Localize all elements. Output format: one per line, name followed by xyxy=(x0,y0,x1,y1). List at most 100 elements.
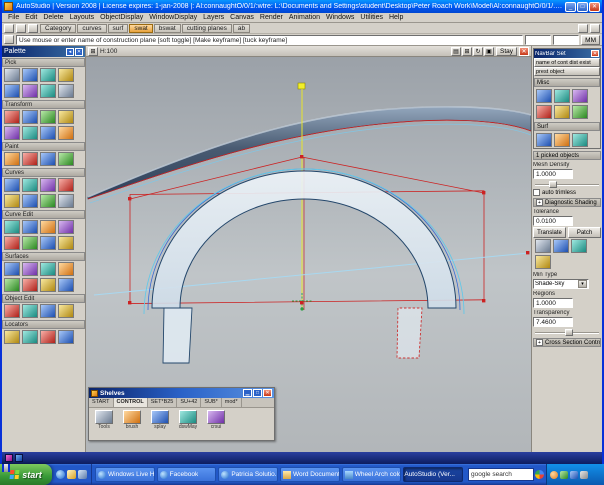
viewport-grid-icon[interactable]: ⊞ xyxy=(88,46,98,56)
palette-tool-icon[interactable] xyxy=(22,220,38,234)
palette-tool-icon[interactable] xyxy=(22,126,38,140)
panel-tool-icon[interactable] xyxy=(572,133,588,147)
control-vertex-marker[interactable] xyxy=(300,155,304,159)
options-icon[interactable] xyxy=(578,23,588,33)
shelves-titlebar[interactable]: Shelves ▁ □ ✕ xyxy=(89,388,274,398)
viewport-header-icon[interactable]: ▤ xyxy=(450,46,461,56)
palette-tool-icon[interactable] xyxy=(40,110,56,124)
menu-item[interactable]: WindowDisplay xyxy=(146,14,200,21)
slider-thumb[interactable] xyxy=(565,329,573,336)
arch-left-leg[interactable] xyxy=(162,307,193,364)
palette-tool-icon[interactable] xyxy=(4,194,20,208)
palette-tool-icon[interactable] xyxy=(22,194,38,208)
picked-objects-bar[interactable]: 1 picked objects xyxy=(533,151,601,160)
palette-tool-icon[interactable] xyxy=(58,194,74,208)
shelf-tab[interactable]: bswat xyxy=(153,23,181,33)
menu-item[interactable]: Delete xyxy=(40,14,66,21)
expand-icon[interactable]: + xyxy=(536,339,543,346)
viewport-header-icon[interactable]: ▣ xyxy=(483,46,494,56)
control-vertex-marker[interactable] xyxy=(128,197,132,201)
palette-tool-icon[interactable] xyxy=(58,84,74,98)
minimize-button[interactable]: _ xyxy=(565,1,576,12)
palette-section-header[interactable]: Curves xyxy=(2,168,85,177)
shelf-tool-icon[interactable] xyxy=(95,410,113,424)
navbar-window[interactable]: NavBar Set ✕ name of cont dist exist pres… xyxy=(533,48,601,149)
taskbar-task-button[interactable]: Patricia Solutio... xyxy=(218,467,279,482)
prompt-field[interactable]: Use mouse or enter name of construction … xyxy=(16,34,524,45)
show-desktop-icon[interactable] xyxy=(78,470,87,479)
transparency-slider[interactable] xyxy=(535,329,599,336)
menu-item[interactable]: Utilities xyxy=(357,14,386,21)
palette-tool-icon[interactable] xyxy=(40,236,56,250)
shelf-tool-icon[interactable] xyxy=(207,410,225,424)
shelf-tab[interactable]: curves xyxy=(77,23,107,33)
palette-tool-icon[interactable] xyxy=(58,220,74,234)
shading-mode-icon[interactable] xyxy=(553,239,569,253)
prompt-history-icon[interactable] xyxy=(4,35,14,44)
shelf-tool-icon[interactable] xyxy=(123,410,141,424)
coord-field-1[interactable] xyxy=(525,34,552,45)
shelf-tool-icon[interactable] xyxy=(179,410,197,424)
palette-section-header[interactable]: Surfaces xyxy=(2,252,85,261)
viewport-canvas[interactable]: Shelves ▁ □ ✕ START CONTROL SET*B25 SU+42 SU… xyxy=(86,57,531,452)
palette-tool-icon[interactable] xyxy=(40,68,56,82)
manipulator-handle[interactable] xyxy=(297,82,306,90)
viewport-close-icon[interactable]: ✕ xyxy=(519,46,529,56)
palette-tool-icon[interactable] xyxy=(22,68,38,82)
regions-field[interactable]: 1.0000 xyxy=(533,298,573,308)
shelves-tab[interactable]: CONTROL xyxy=(113,398,148,407)
shelf-tool[interactable]: splay xyxy=(147,410,173,430)
palette-tool-icon[interactable] xyxy=(4,262,20,276)
shading-mode-icon[interactable] xyxy=(535,255,551,269)
palette-section-header[interactable]: Locators xyxy=(2,320,85,329)
taskbar-task-button[interactable]: Facebook xyxy=(156,467,217,482)
palette-collapse-icon[interactable]: ◂ xyxy=(66,47,74,56)
palette-tool-icon[interactable] xyxy=(58,262,74,276)
save-icon[interactable] xyxy=(28,23,38,33)
palette-tool-icon[interactable] xyxy=(22,178,38,192)
diagnostic-shading-header[interactable]: + Diagnostic Shading xyxy=(533,198,601,207)
palette-tool-icon[interactable] xyxy=(4,84,20,98)
chevron-down-icon[interactable]: ▾ xyxy=(578,280,587,288)
menu-item[interactable]: Help xyxy=(386,14,406,21)
pivot-point[interactable] xyxy=(300,307,304,311)
shelf-tool[interactable]: crsui xyxy=(203,410,229,430)
maximize-button[interactable]: □ xyxy=(577,1,588,12)
navbar-row-button[interactable]: name of cont dist exist xyxy=(534,58,600,67)
palette-tool-icon[interactable] xyxy=(22,236,38,250)
shelves-tab[interactable]: mod* xyxy=(222,398,242,407)
shelf-tool[interactable]: Tools xyxy=(91,410,117,430)
panel-tool-icon[interactable] xyxy=(554,105,570,119)
tray-icon[interactable] xyxy=(550,470,558,479)
control-vertex-marker[interactable] xyxy=(482,191,486,195)
palette-tool-icon[interactable] xyxy=(22,84,38,98)
palette-tool-icon[interactable] xyxy=(4,178,20,192)
new-icon[interactable] xyxy=(4,23,14,33)
palette-tool-icon[interactable] xyxy=(58,126,74,140)
mesh-density-slider[interactable] xyxy=(535,181,599,188)
palette-tool-icon[interactable] xyxy=(58,304,74,318)
control-vertex-marker[interactable] xyxy=(300,301,304,305)
misc-section-header[interactable]: Misc xyxy=(534,78,600,87)
tray-icon[interactable] xyxy=(570,470,578,479)
taskbar-task-button[interactable]: AutoStudio (Ver... xyxy=(2,464,464,482)
patch-button[interactable]: Patch xyxy=(568,227,601,238)
palette-tool-icon[interactable] xyxy=(58,178,74,192)
auto-trimless-checkbox[interactable] xyxy=(533,189,540,196)
shelf-tool[interactable]: brush xyxy=(119,410,145,430)
mesh-density-field[interactable]: 1.0000 xyxy=(533,169,573,179)
palette-tool-icon[interactable] xyxy=(4,68,20,82)
cross-section-header[interactable]: + Cross Section Control xyxy=(533,338,601,347)
panel-tool-icon[interactable] xyxy=(572,89,588,103)
palette-titlebar[interactable]: Palette ◂ ✕ xyxy=(2,46,85,57)
shelves-window[interactable]: Shelves ▁ □ ✕ START CONTROL SET*B25 SU+42 SU… xyxy=(88,387,275,441)
shelves-maximize-icon[interactable]: □ xyxy=(253,389,262,397)
panel-tool-icon[interactable] xyxy=(536,133,552,147)
palette-tool-icon[interactable] xyxy=(4,110,20,124)
palette-tool-icon[interactable] xyxy=(40,278,56,292)
palette-section-header[interactable]: Paint xyxy=(2,142,85,151)
shelves-tab[interactable]: START xyxy=(89,398,114,407)
palette-section-header[interactable]: Transform xyxy=(2,100,85,109)
promptline[interactable] xyxy=(2,452,602,464)
search-icon[interactable] xyxy=(535,470,544,479)
